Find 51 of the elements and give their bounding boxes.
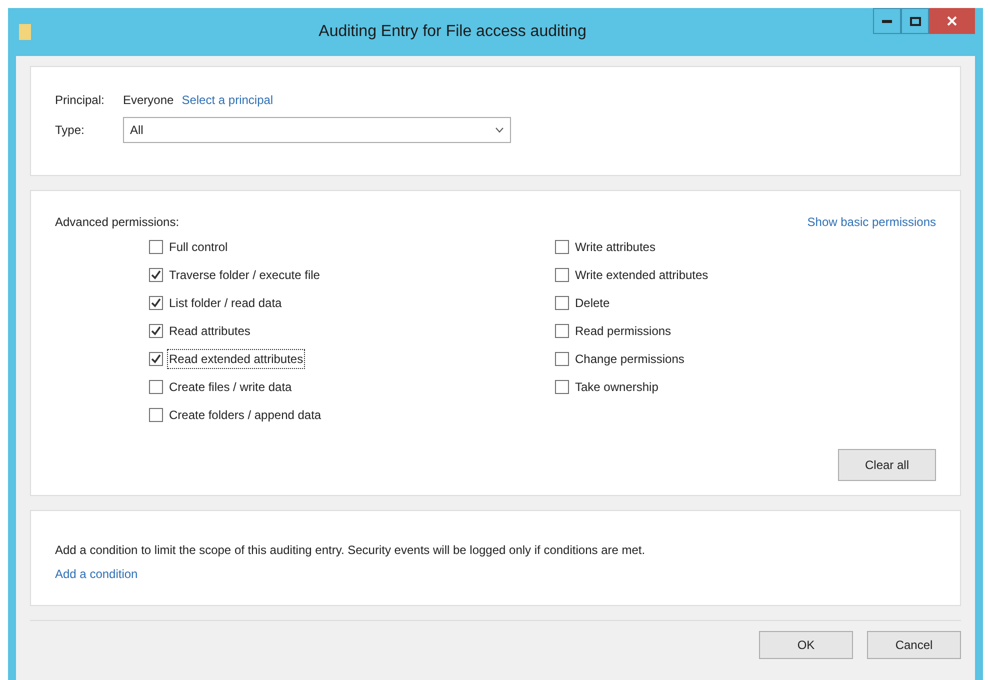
checkmark-icon xyxy=(151,354,161,364)
type-dropdown[interactable]: All xyxy=(123,117,511,143)
condition-description: Add a condition to limit the scope of this auditing entry. Security events will be logged only if conditions are met. xyxy=(55,542,646,559)
maximize-icon xyxy=(910,16,920,26)
checkbox-label: Read permissions xyxy=(574,323,672,340)
checkbox[interactable] xyxy=(555,324,569,338)
checkbox[interactable] xyxy=(555,380,569,394)
checkmark-icon xyxy=(151,326,161,336)
select-principal-link[interactable]: Select a principal xyxy=(182,91,274,109)
checkbox[interactable] xyxy=(555,352,569,366)
close-button[interactable] xyxy=(929,8,975,34)
checkmark-icon xyxy=(151,298,161,308)
principal-value: Everyone xyxy=(123,92,174,109)
type-label: Type: xyxy=(55,122,86,139)
checkbox-label: Take ownership xyxy=(574,379,660,396)
checkbox[interactable] xyxy=(555,240,569,254)
checkbox-label: Create folders / append data xyxy=(168,407,322,424)
minimize-button[interactable] xyxy=(873,8,901,34)
checkbox-label: Delete xyxy=(574,295,611,312)
checkbox-label: Read attributes xyxy=(168,323,252,340)
checkmark-icon xyxy=(151,270,161,280)
clear-all-button[interactable]: Clear all xyxy=(838,449,936,481)
checkbox[interactable] xyxy=(555,268,569,282)
checkbox[interactable] xyxy=(149,324,163,338)
checkbox-label: List folder / read data xyxy=(168,295,283,312)
checkbox[interactable] xyxy=(149,352,163,366)
folder-icon xyxy=(18,23,32,41)
add-condition-link[interactable]: Add a condition xyxy=(55,565,138,583)
maximize-button[interactable] xyxy=(901,8,929,34)
minimize-icon xyxy=(882,20,892,22)
checkbox-label: Read extended attributes xyxy=(167,349,306,369)
checkbox-label: Write attributes xyxy=(574,239,656,256)
checkbox-label: Traverse folder / execute file xyxy=(168,267,321,284)
checkbox[interactable] xyxy=(555,296,569,310)
checkbox-label: Write extended attributes xyxy=(574,267,710,284)
checkbox-label: Create files / write data xyxy=(168,379,293,396)
checkbox[interactable] xyxy=(149,296,163,310)
show-basic-permissions-link[interactable]: Show basic permissions xyxy=(807,213,936,231)
window-title: Auditing Entry for File access auditing xyxy=(318,22,588,42)
chevron-down-icon xyxy=(495,127,504,133)
checkbox[interactable] xyxy=(149,380,163,394)
section-heading: Advanced permissions: xyxy=(55,214,180,231)
principal-label: Principal: xyxy=(55,92,106,109)
close-icon xyxy=(947,16,957,26)
checkbox-label: Change permissions xyxy=(574,351,686,368)
checkbox[interactable] xyxy=(149,408,163,422)
checkbox[interactable] xyxy=(149,268,163,282)
dialog-button[interactable]: OK xyxy=(759,631,853,659)
dialog-button[interactable]: Cancel xyxy=(867,631,961,659)
checkbox-label: Full control xyxy=(168,239,229,256)
checkbox[interactable] xyxy=(149,240,163,254)
